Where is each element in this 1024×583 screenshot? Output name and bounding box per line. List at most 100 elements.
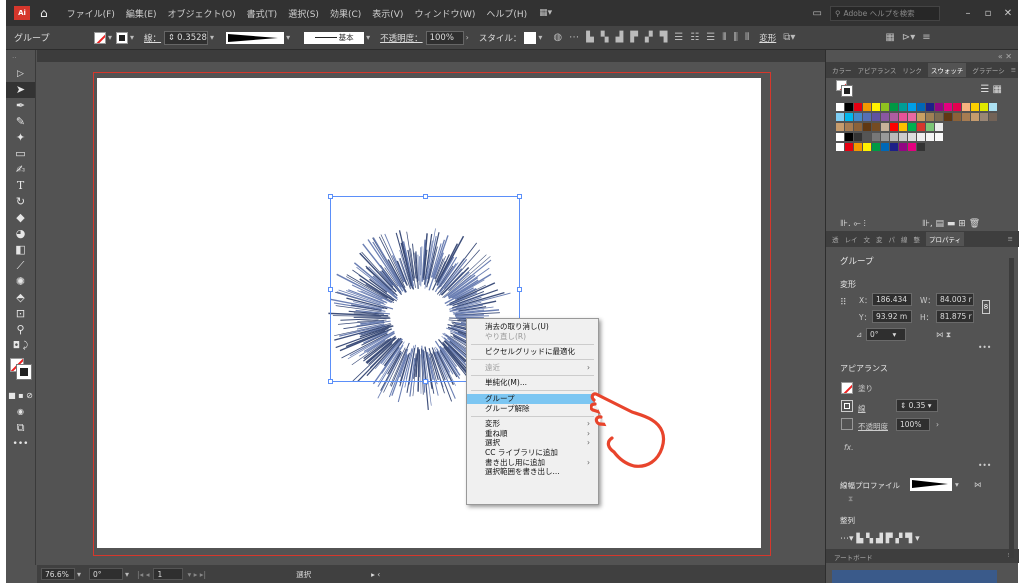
color-swatch[interactable] [845,123,853,131]
menu-icon[interactable]: ≡ [1008,235,1013,243]
color-swatch[interactable] [908,103,916,111]
opacity-icon[interactable] [841,418,853,430]
eyedropper-tool-icon[interactable]: ⟋ [6,258,35,274]
color-swatch[interactable] [863,103,871,111]
resize-handle[interactable] [328,379,333,384]
align-vertical-center-icon[interactable]: ▞ [645,32,653,43]
stroke-weight-field[interactable]: ⇕ 0.3528 [164,30,209,45]
resize-handle[interactable] [517,194,522,199]
chevron-right-icon[interactable]: › [936,420,939,429]
panel-tab[interactable]: プロパティ [926,232,965,246]
color-swatch[interactable] [845,103,853,111]
color-swatch[interactable] [935,103,943,111]
rotate-tool-icon[interactable]: ↻ [6,194,35,210]
distribute-center-icon[interactable]: ☷ [690,32,699,43]
color-swatch[interactable] [899,143,907,151]
color-swatch[interactable] [845,133,853,141]
panel-tab[interactable]: 整 [914,234,921,244]
artboard-number-field[interactable]: 1 [153,568,184,580]
color-swatch[interactable] [908,113,916,121]
panel-tab[interactable]: 線 [901,234,908,244]
color-swatch[interactable] [953,103,961,111]
color-swatch[interactable] [854,113,862,121]
panel-tab[interactable]: スウォッチ [927,63,967,77]
first-artboard-icon[interactable]: |◂ ◂ [137,570,149,579]
fill-none-swatch[interactable] [94,31,106,44]
artboard-list-item[interactable] [832,570,997,583]
context-menu-item[interactable]: 単純化(M)... [467,378,598,388]
w-field[interactable]: 84.003 r [936,293,974,306]
selection-tool-icon[interactable]: ➤ [6,82,35,98]
color-swatch[interactable] [863,143,871,151]
distribute-bottom-icon[interactable]: ☰ [706,32,715,43]
fill-stroke-widget[interactable] [10,358,36,384]
zoom-tool-icon[interactable]: ⚲ [6,322,35,338]
isolate-icon[interactable]: ⧉▾ [783,32,795,43]
close-button[interactable]: ✕ [998,8,1018,19]
align-right-icon[interactable]: ▟ [615,32,623,43]
context-menu-item[interactable]: グループ解除 [467,404,598,414]
context-menu-item[interactable]: CC ライブラリに追加 [467,448,598,458]
color-swatch[interactable] [908,133,916,141]
panel-grip-icon[interactable]: ‥ [12,52,35,66]
next-artboard-icon[interactable]: ▾ ▸ ▸| [187,570,206,579]
distribute-hcenter-icon[interactable]: ⫼ [733,32,738,43]
color-swatch[interactable] [836,113,844,121]
color-swatch[interactable] [935,123,943,131]
color-swatch[interactable] [845,143,853,151]
color-swatch[interactable] [953,113,961,121]
restore-button[interactable]: ▫ [978,8,998,19]
constrain-proportions-icon[interactable]: 8 [982,300,990,314]
slice-tool-icon[interactable]: ⊡ [6,306,35,322]
align-top-icon[interactable]: ▛ [630,32,638,43]
brush-definition[interactable]: 基本 [304,31,365,44]
context-menu-item[interactable]: 書き出し用に追加 › [467,458,598,468]
screen-mode-icon[interactable]: ⧉ [6,420,35,436]
resize-handle[interactable] [423,379,428,384]
color-swatch[interactable] [872,123,880,131]
stroke-swatch[interactable] [16,364,32,380]
distribute-left-icon[interactable]: ⫴ [722,32,726,43]
type-tool-icon[interactable]: T [6,178,35,194]
menu-item[interactable]: 編集(E) [126,7,157,20]
warp-tool-icon[interactable]: ◕ [6,226,35,242]
color-swatch[interactable] [926,133,934,141]
color-swatch[interactable] [989,113,997,121]
rotation-field[interactable]: 0° [89,568,124,580]
color-swatch[interactable] [836,103,844,111]
opacity-field[interactable]: 100% [896,418,930,431]
color-swatch[interactable] [881,123,889,131]
menu-item[interactable]: 効果(C) [330,7,361,20]
color-swatch[interactable] [854,143,862,151]
context-menu-item[interactable]: 選択 › [467,438,598,448]
opacity-field[interactable]: 100% [425,30,464,45]
minimize-button[interactable]: – [958,8,978,19]
fill-none-swatch[interactable] [841,382,853,394]
y-field[interactable]: 93.92 m [872,310,912,323]
color-swatch[interactable] [836,133,844,141]
color-swatch[interactable] [962,113,970,121]
color-swatch[interactable] [908,123,916,131]
menu-item[interactable]: ウィンドウ(W) [414,7,475,20]
color-swatch[interactable] [917,143,925,151]
workspace-switcher-icon[interactable]: ▦▾ [539,8,552,18]
color-swatch[interactable] [899,113,907,121]
paintbrush-tool-icon[interactable]: ✍ [6,162,35,178]
swatch-grid[interactable] [836,103,998,153]
color-swatch[interactable] [863,113,871,121]
arrange-icon[interactable]: ▦ [885,32,894,43]
chevron-down-icon[interactable]: ▾ [108,33,112,42]
canvas-area[interactable]: 消去の取り消し(U) やり直し(R) ピクセルグリッドに最適化 遠近 › 単純化(M)..… [37,50,825,565]
color-swatch[interactable] [845,113,853,121]
panel-tab[interactable]: レイ [845,234,858,244]
color-swatch[interactable] [836,123,844,131]
chevron-down-icon[interactable]: ▾ [366,33,370,42]
color-swatch[interactable] [899,103,907,111]
swatch-action-icons[interactable]: ⊪, ▤ ▬ ⊞ 🗑 [922,219,980,229]
menu-item[interactable]: オブジェクト(O) [168,7,236,20]
chevron-down-icon[interactable]: ▾ [130,33,134,42]
flip-icons[interactable]: ⋈ ⧗ [936,330,951,340]
symbol-sprayer-tool-icon[interactable]: ✺ [6,274,35,290]
color-swatch[interactable] [890,103,898,111]
panel-tab[interactable]: 変 [876,234,883,244]
